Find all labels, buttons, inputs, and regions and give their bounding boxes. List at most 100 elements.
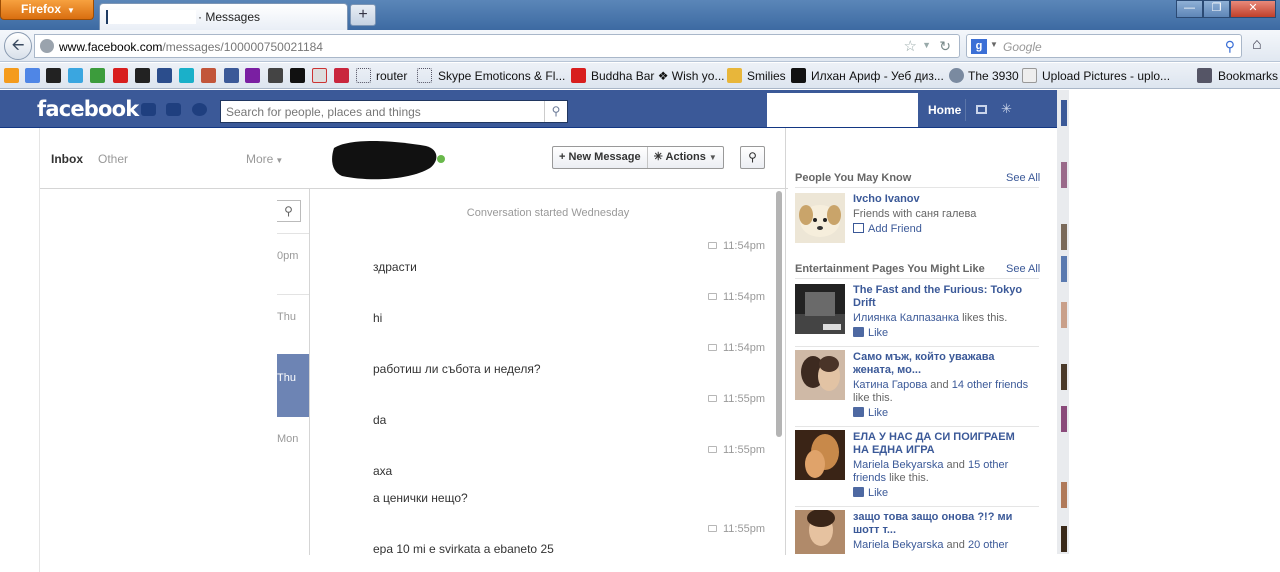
chat-avatar[interactable] (1061, 256, 1067, 282)
like-button[interactable]: Like (853, 407, 888, 419)
bookmarks-menu-icon[interactable] (1197, 68, 1212, 83)
home-link[interactable]: Home (928, 103, 961, 117)
liker-link[interactable]: Mariela Bekyarska (853, 459, 943, 471)
facebook-logo[interactable]: facebook (37, 97, 139, 121)
bookmark-icon[interactable] (157, 68, 172, 83)
like-button[interactable]: Like (853, 327, 888, 339)
bookmark-buddha-bar[interactable]: Buddha Bar ❖ Wish yo... (591, 68, 724, 84)
chat-avatar[interactable] (1061, 406, 1067, 432)
home-icon[interactable]: ⌂ (1252, 36, 1262, 54)
page-name-link[interactable]: ЕЛА У НАС ДА СИ ПОИГРАЕМ НА ЕДНА ИГРА (853, 431, 1033, 457)
thread-item-selected[interactable]: Thu (277, 354, 309, 417)
tab-inbox[interactable]: Inbox (51, 152, 83, 166)
minimize-button[interactable]: — (1176, 0, 1203, 18)
chat-avatar[interactable] (1061, 364, 1067, 390)
address-bar[interactable]: www.facebook.com/messages/10000075002118… (34, 34, 960, 58)
thread-time[interactable]: Mon (277, 433, 309, 445)
page-photo[interactable] (795, 350, 845, 400)
bookmark-icon[interactable] (312, 68, 327, 83)
bookmark-upload-pictures[interactable]: Upload Pictures - uplo... (1042, 68, 1170, 84)
bookmark-icon[interactable] (356, 68, 371, 83)
close-window-button[interactable]: ✕ (1230, 0, 1276, 18)
history-dropdown-icon[interactable]: ▼ (922, 40, 931, 50)
like-button[interactable]: Like (853, 487, 888, 499)
other-friends-link[interactable]: 20 other (968, 539, 1008, 551)
site-identity-icon[interactable] (40, 39, 54, 53)
google-engine-icon[interactable]: g (971, 39, 987, 54)
liker-link[interactable]: Катина Гарова (853, 379, 927, 391)
search-icon[interactable]: ⚲ (544, 101, 567, 122)
page-name-link[interactable]: The Fast and the Furious: Tokyo Drift (853, 284, 1033, 310)
bookmark-icon[interactable] (791, 68, 806, 83)
youtube-icon[interactable] (571, 68, 586, 83)
bookmark-icon[interactable] (224, 68, 239, 83)
firefox-menu-button[interactable]: Firefox ▼ (0, 0, 94, 20)
add-friend-button[interactable]: Add Friend (853, 223, 922, 235)
facebook-search-input[interactable]: Search for people, places and things ⚲ (220, 100, 568, 123)
bookmark-icon[interactable] (135, 68, 150, 83)
page-photo[interactable] (795, 430, 845, 480)
bookmark-icon[interactable] (179, 68, 194, 83)
thread-time[interactable]: 0pm (277, 250, 309, 262)
page-photo[interactable] (795, 284, 845, 334)
friend-requests-icon[interactable] (141, 103, 156, 116)
bookmark-icon[interactable] (949, 68, 964, 83)
search-conversation-button[interactable]: ⚲ (740, 146, 765, 169)
page-name-link[interactable]: Само мъж, който уважава жената, мо... (853, 351, 1033, 377)
bookmark-icon[interactable] (90, 68, 105, 83)
maximize-button[interactable]: ❐ (1203, 0, 1230, 18)
bookmark-icon[interactable] (25, 68, 40, 83)
bookmark-icon[interactable] (46, 68, 61, 83)
actions-dropdown[interactable]: ✳ Actions ▼ (648, 147, 723, 168)
chat-avatar[interactable] (1061, 482, 1067, 508)
bookmarks-menu-button[interactable]: Bookmarks (1218, 68, 1278, 84)
chat-avatar[interactable] (1061, 302, 1067, 328)
pymk-photo[interactable] (795, 193, 845, 243)
thread-time[interactable]: Thu (277, 311, 309, 323)
liker-link[interactable]: Илиянка Калпазанка (853, 312, 959, 324)
bookmark-icon[interactable] (334, 68, 349, 83)
bookmark-star-icon[interactable]: ☆ (904, 37, 917, 55)
browser-tab[interactable]: · Messages (99, 3, 348, 30)
smilies-icon[interactable] (727, 68, 742, 83)
pages-see-all-link[interactable]: See All (1006, 263, 1040, 275)
tab-other[interactable]: Other (98, 152, 128, 166)
engine-dropdown-icon[interactable]: ▼ (990, 40, 998, 49)
bookmark-icon[interactable] (1022, 68, 1037, 83)
bookmark-icon[interactable] (417, 68, 432, 83)
bookmark-icon[interactable] (113, 68, 128, 83)
message-scrollbar[interactable] (776, 191, 782, 437)
bookmark-the-3930[interactable]: The 3930 (968, 68, 1019, 84)
more-dropdown[interactable]: More ▼ (246, 152, 283, 166)
pymk-name-link[interactable]: Ivcho Ivanov (853, 193, 1033, 206)
other-friends-link[interactable]: 14 other friends (952, 379, 1028, 391)
chat-avatar[interactable] (1061, 162, 1067, 188)
page-photo[interactable] (795, 510, 845, 554)
profile-link[interactable] (767, 93, 918, 127)
chat-avatar[interactable] (1061, 100, 1067, 126)
bookmark-icon[interactable] (4, 68, 19, 83)
page-name-link[interactable]: защо това защо онова ?!? ми шотт т... (853, 511, 1033, 537)
bookmark-icon[interactable] (201, 68, 216, 83)
bookmark-icon[interactable] (268, 68, 283, 83)
messages-icon[interactable] (166, 103, 181, 116)
bookmark-skype-emoticons[interactable]: Skype Emoticons & Fl... (438, 68, 565, 84)
bookmark-icon[interactable] (290, 68, 305, 83)
bookmark-smilies[interactable]: Smilies (747, 68, 786, 84)
reload-icon[interactable]: ↻ (939, 38, 951, 55)
notifications-icon[interactable] (192, 103, 207, 116)
search-icon[interactable]: ⚲ (1225, 38, 1235, 55)
liker-link[interactable]: Mariela Bekyarska (853, 539, 943, 551)
back-button[interactable]: 🡨 (4, 32, 32, 60)
chat-avatar[interactable] (1061, 526, 1067, 552)
search-threads-button[interactable]: ⚲ (277, 200, 301, 222)
web-search-bar[interactable]: g ▼ Google ⚲ (966, 34, 1242, 58)
bookmark-icon[interactable] (68, 68, 83, 83)
bookmark-router[interactable]: router (376, 68, 407, 84)
gear-icon[interactable]: ✳ (1001, 101, 1012, 117)
privacy-shortcuts-icon[interactable] (976, 105, 987, 114)
bookmark-ilhan-arif[interactable]: Илхан Ариф - Уеб диз... (811, 68, 944, 84)
chat-avatar[interactable] (1061, 224, 1067, 250)
new-tab-button[interactable]: + (350, 4, 376, 26)
bookmark-icon[interactable] (245, 68, 260, 83)
